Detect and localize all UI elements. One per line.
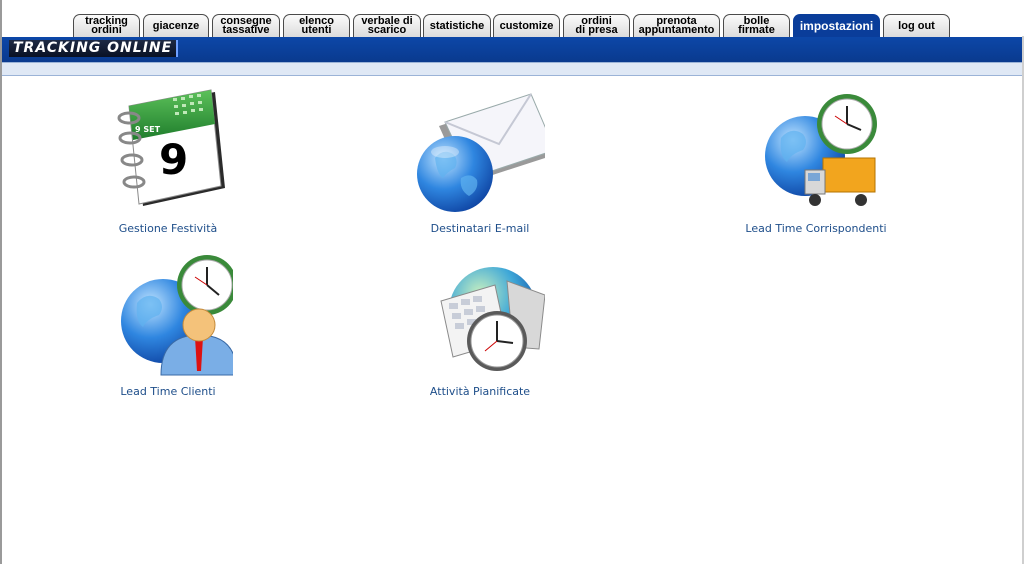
tile-lead-time-corrispondenti[interactable]: Lead Time Corrispondenti bbox=[736, 88, 896, 235]
tab-statistiche[interactable]: statistiche bbox=[423, 14, 491, 37]
tab-prenota-appuntamento[interactable]: prenota appuntamento bbox=[633, 14, 720, 37]
calendar-month: 9 SET bbox=[135, 125, 161, 134]
tile-label: Gestione Festività bbox=[118, 222, 218, 235]
tab-tracking-ordini[interactable]: tracking ordini bbox=[73, 14, 140, 37]
tile-label: Attività Pianificate bbox=[429, 385, 531, 398]
email-globe-icon bbox=[417, 93, 545, 212]
globe-clock-truck-icon bbox=[765, 94, 877, 206]
tab-consegne-tassative[interactable]: consegne tassative bbox=[212, 14, 280, 37]
tab-verbale-di-scarico[interactable]: verbale di scarico bbox=[353, 14, 421, 37]
tab-bar: tracking ordini giacenze consegne tassat… bbox=[0, 0, 1024, 38]
tile-destinatari-email[interactable]: Destinatari E-mail bbox=[400, 88, 560, 235]
tab-ordini-di-presa[interactable]: ordini di presa bbox=[563, 14, 630, 37]
tab-elenco-utenti[interactable]: elenco utenti bbox=[283, 14, 350, 37]
tile-attivita-pianificate[interactable]: Attività Pianificate bbox=[400, 251, 560, 398]
tab-giacenze[interactable]: giacenze bbox=[143, 14, 209, 37]
tile-lead-time-clienti[interactable]: Lead Time Clienti bbox=[88, 251, 248, 398]
calendar-day: 9 bbox=[159, 135, 188, 184]
window-frame-left bbox=[0, 0, 2, 564]
tab-impostazioni[interactable]: impostazioni bbox=[793, 14, 880, 38]
calendar-icon: 9 SET 9 bbox=[117, 89, 225, 206]
tile-gestione-festivita[interactable]: 9 SET 9 Gestione Festività bbox=[88, 88, 248, 235]
tile-label: Lead Time Clienti bbox=[120, 385, 216, 398]
tab-bolle-firmate[interactable]: bolle firmate bbox=[723, 14, 790, 37]
app-logo: TRACKING ONLINE bbox=[9, 40, 179, 57]
tab-customize[interactable]: customize bbox=[493, 14, 560, 37]
tile-label: Lead Time Corrispondenti bbox=[745, 222, 887, 235]
header-bar: TRACKING ONLINE bbox=[2, 37, 1022, 62]
header-subbar bbox=[2, 62, 1022, 76]
tile-label: Destinatari E-mail bbox=[430, 222, 530, 235]
globe-clock-user-icon bbox=[121, 255, 233, 376]
tab-log-out[interactable]: log out bbox=[883, 14, 950, 37]
calendar-clock-icon bbox=[440, 267, 545, 371]
